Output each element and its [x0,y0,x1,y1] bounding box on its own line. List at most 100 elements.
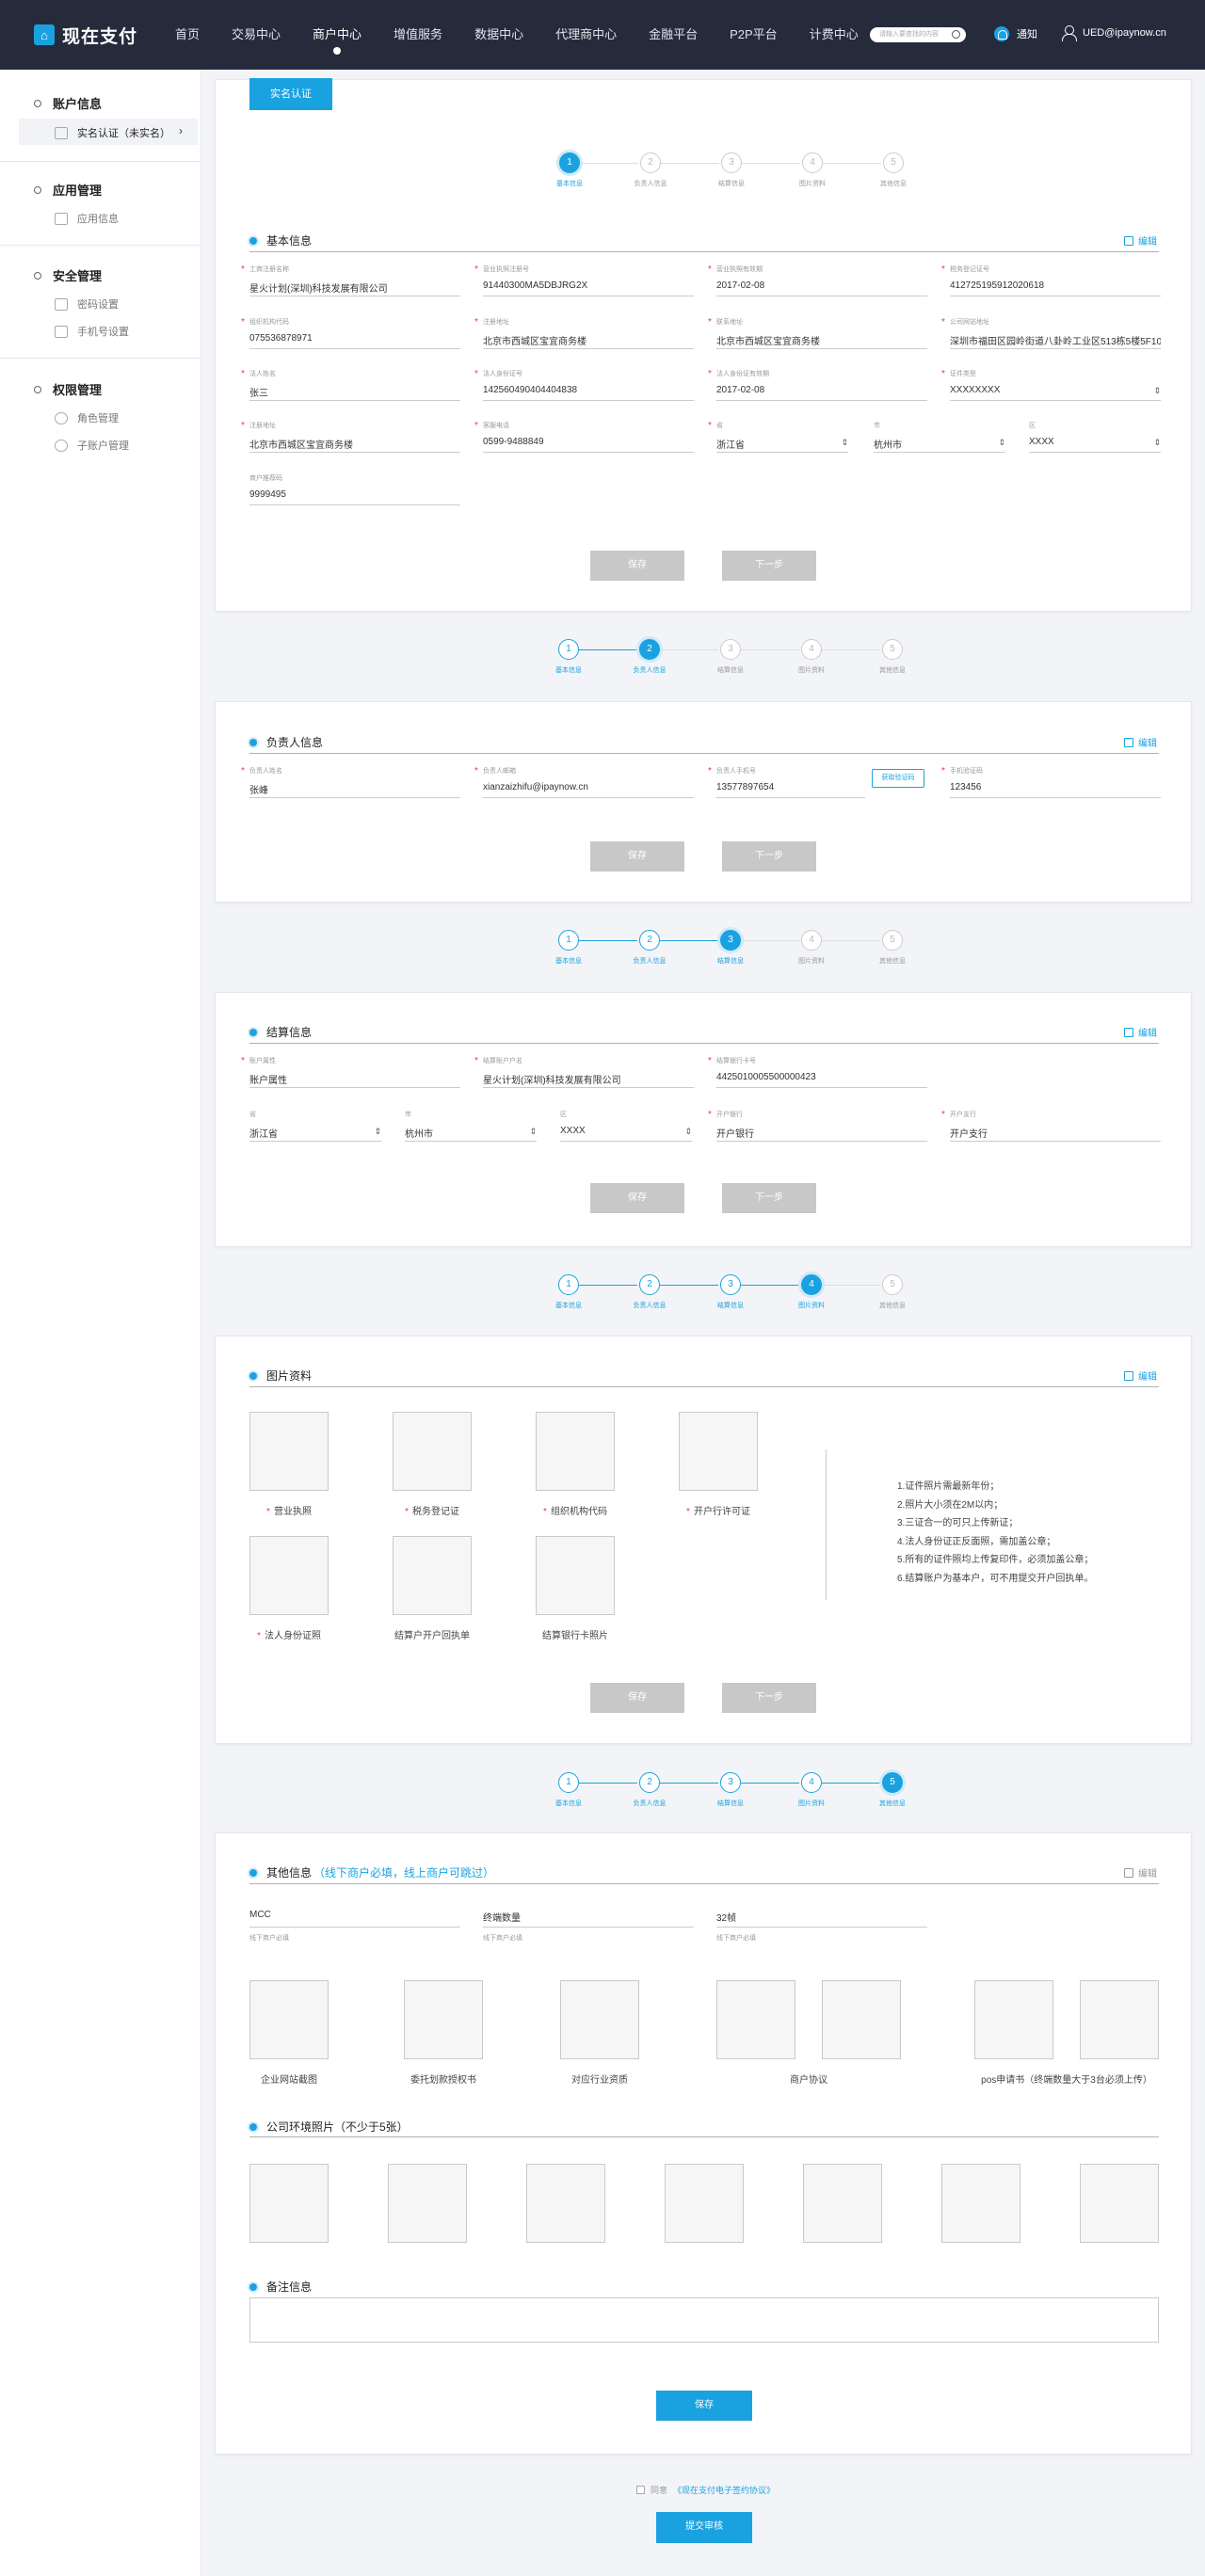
step-5[interactable]: 5 其他信息 [853,152,934,188]
sidebar-item-roles[interactable]: 角色管理 [55,410,119,425]
env-photo-box[interactable] [388,2164,467,2243]
upload-box[interactable] [393,1536,472,1615]
form-field[interactable]: 开户支行开户支行 [941,1110,1161,1142]
form-field[interactable]: 组织机构代码 075536878971 [241,317,460,349]
form-field[interactable]: 省浙江省 [249,1110,381,1142]
step-3[interactable]: 3 结算信息 [690,1274,771,1310]
upload-box[interactable] [249,1980,329,2059]
form-field[interactable]: 结算账户户名星火计划(深圳)科技发展有限公司 [474,1056,694,1088]
step-1[interactable]: 1 基本信息 [528,639,609,675]
next-step-button[interactable]: 下一步 [722,1183,816,1213]
form-field[interactable]: 法人身份证有效期 2017-02-08 [708,369,927,401]
next-step-button[interactable]: 下一步 [722,841,816,872]
upload-box[interactable] [249,1412,329,1491]
next-step-button[interactable]: 下一步 [722,551,816,581]
edit-button[interactable]: 编辑 [1124,735,1157,749]
step-2[interactable]: 2 负责人信息 [610,152,691,188]
form-field[interactable]: 营业执照注册号 91440300MA5DBJRG2X [474,264,694,296]
form-field[interactable]: 开户银行开户银行 [708,1110,927,1142]
sidebar-item-real-name[interactable]: 实名认证（未实名） [55,125,170,140]
sidebar-item-password[interactable]: 密码设置 [55,296,119,312]
form-field[interactable]: 负责人邮箱 xianzaizhifu@ipaynow.cn [474,766,694,798]
step-3[interactable]: 3 结算信息 [691,152,772,188]
form-field[interactable]: 区 XXXX [560,1110,692,1142]
form-field[interactable]: 法人姓名张三 [241,369,460,401]
upload-box[interactable] [716,1980,795,2059]
form-field[interactable]: 证件类型 XXXXXXXX [941,369,1161,401]
env-photo-box[interactable] [665,2164,744,2243]
sidebar-group-account[interactable]: 账户信息 [34,94,102,112]
step-4[interactable]: 4 图片资料 [771,1772,852,1808]
sidebar-group-permissions[interactable]: 权限管理 [34,380,102,398]
form-field[interactable]: 市杭州市 [405,1110,537,1142]
form-field[interactable]: 终端数量 [483,1905,694,1928]
save-button[interactable]: 保存 [656,2391,752,2421]
upload-box[interactable] [974,1980,1053,2059]
notification-button[interactable]: 通知 [994,26,1037,41]
sidebar-group-security[interactable]: 安全管理 [34,266,102,284]
nav-item[interactable]: P2P平台 [730,0,778,70]
step-1[interactable]: 1 基本信息 [529,152,610,188]
step-4[interactable]: 4 图片资料 [771,930,852,966]
edit-button[interactable]: 编辑 [1124,233,1157,248]
step-2[interactable]: 2 负责人信息 [609,639,690,675]
env-photo-box[interactable] [249,2164,329,2243]
step-4[interactable]: 4 图片资料 [772,152,853,188]
form-field[interactable]: 结算银行卡号 4425010005500000423 [708,1056,927,1088]
step-1[interactable]: 1 基本信息 [528,1274,609,1310]
sidebar-group-apps[interactable]: 应用管理 [34,181,102,199]
step-5[interactable]: 5 其他信息 [852,930,933,966]
upload-box[interactable] [679,1412,758,1491]
env-photo-box[interactable] [803,2164,882,2243]
form-field[interactable]: 省浙江省 [708,421,848,453]
user-menu[interactable]: UED@ipaynow.cn [1062,25,1166,41]
form-field[interactable]: 区 XXXX [1029,421,1161,453]
form-field[interactable]: 工商注册名称星火计划(深圳)科技发展有限公司 [241,264,460,296]
nav-item[interactable]: 增值服务 [394,0,442,70]
step-3[interactable]: 3 结算信息 [690,930,771,966]
upload-box[interactable] [249,1536,329,1615]
form-field[interactable]: 客服电话 0599-9488849 [474,421,694,453]
env-photo-box[interactable] [1080,2164,1159,2243]
step-3[interactable]: 3 结算信息 [690,639,771,675]
search-input[interactable]: 请输入要查找的内容 [870,27,966,42]
form-field[interactable]: 市杭州市 [874,421,1005,453]
sidebar-item-app-info[interactable]: 应用信息 [55,211,119,226]
form-field[interactable]: MCC [249,1905,460,1928]
env-photo-box[interactable] [526,2164,605,2243]
nav-item[interactable]: 计费中心 [810,0,859,70]
form-field[interactable]: 账户属性账户属性 [241,1056,460,1088]
form-field[interactable]: 32帧 [716,1905,927,1928]
env-photo-box[interactable] [941,2164,1020,2243]
upload-box[interactable] [822,1980,901,2059]
upload-box[interactable] [1080,1980,1159,2059]
nav-item[interactable]: 商户中心 [313,0,362,70]
edit-button[interactable]: 编辑 [1124,1865,1157,1880]
form-field[interactable]: 公司网站地址深圳市福田区园岭街道八卦岭工业区513栋5楼5F10 [941,317,1161,349]
form-field[interactable]: 商户推荐码 9999495 [249,473,460,505]
upload-box[interactable] [393,1412,472,1491]
upload-box[interactable] [404,1980,483,2059]
get-code-button[interactable]: 获取验证码 [872,769,924,788]
edit-button[interactable]: 编辑 [1124,1025,1157,1039]
step-4[interactable]: 4 图片资料 [771,1274,852,1310]
save-button[interactable]: 保存 [590,1183,684,1213]
nav-item[interactable]: 数据中心 [474,0,523,70]
step-5[interactable]: 5 其他信息 [852,1274,933,1310]
next-step-button[interactable]: 下一步 [722,1683,816,1713]
save-button[interactable]: 保存 [590,841,684,872]
nav-item[interactable]: 交易中心 [232,0,281,70]
search-icon[interactable] [952,30,960,39]
form-field[interactable]: 注册地址北京市西城区宝宜商务楼 [241,421,460,453]
sidebar-item-sub-accounts[interactable]: 子账户管理 [55,438,129,453]
step-2[interactable]: 2 负责人信息 [609,1772,690,1808]
step-1[interactable]: 1 基本信息 [528,1772,609,1808]
form-field[interactable]: 负责人姓名张峰 [241,766,460,798]
step-1[interactable]: 1 基本信息 [528,930,609,966]
form-field[interactable]: 手机验证码 123456 [941,766,1161,798]
edit-button[interactable]: 编辑 [1124,1368,1157,1383]
form-field[interactable]: 负责人手机号 13577897654 [708,766,865,798]
nav-item[interactable]: 金融平台 [649,0,698,70]
agreement-link[interactable]: 《现在支付电子签约协议》 [673,2484,775,2496]
agree-checkbox[interactable] [636,2486,645,2494]
